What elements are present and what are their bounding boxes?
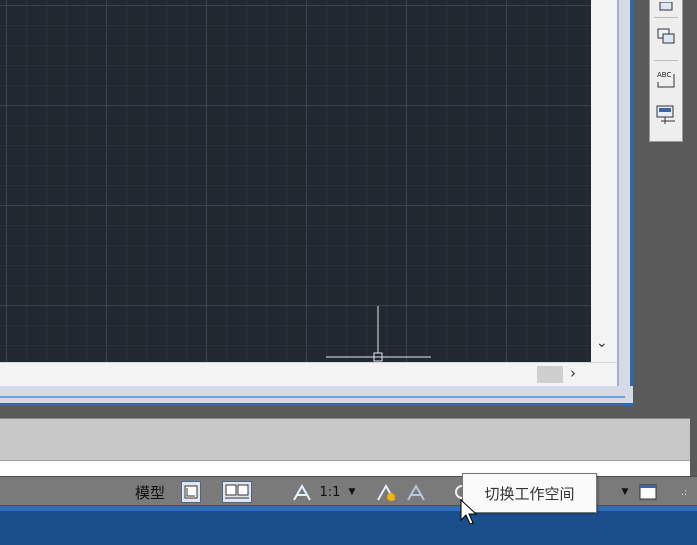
window-icon — [659, 2, 673, 11]
table-icon — [656, 105, 675, 124]
crosshair-cursor-icon — [326, 306, 431, 362]
svg-text:ABC: ABC — [657, 71, 671, 79]
clean-screen-icon — [639, 484, 657, 500]
viewport-frame-inner-edge — [0, 388, 625, 398]
workspace-background-strip — [0, 406, 697, 418]
clean-screen-button[interactable] — [636, 481, 660, 503]
annotation-visibility-button[interactable] — [374, 481, 398, 503]
toolbar-button-copy[interactable] — [654, 24, 678, 48]
scale-dropdown-icon[interactable]: ▼ — [346, 481, 358, 503]
scroll-down-icon[interactable]: ⌄ — [596, 335, 608, 351]
layout-icon — [225, 484, 249, 499]
statusbar-menu-icon[interactable]: ▼ — [620, 481, 630, 503]
annotation-scale-icon — [293, 483, 311, 501]
toolbar-button-text[interactable]: ABC — [654, 67, 678, 91]
toolbar-button-table[interactable] — [654, 102, 678, 126]
auto-scale-icon — [407, 483, 425, 501]
layouts-button[interactable] — [222, 481, 252, 503]
toolbar-button-top[interactable] — [654, 0, 678, 14]
vertical-toolbar: ABC — [649, 0, 683, 142]
scroll-right-icon[interactable]: › — [570, 364, 576, 382]
drawing-canvas[interactable] — [0, 0, 591, 362]
toolbar-separator — [654, 17, 678, 18]
horizontal-scrollbar[interactable]: › — [0, 362, 617, 387]
resize-grip-icon[interactable]: .: — [676, 481, 692, 503]
command-history-area — [0, 418, 690, 461]
vertical-scrollbar[interactable]: ⌄ — [591, 0, 617, 362]
toolbar-separator — [654, 60, 678, 61]
tooltip: 切换工作空间 — [462, 473, 597, 513]
annotation-scale-value[interactable]: 1:1 — [315, 481, 345, 503]
annotation-scale-button[interactable] — [290, 481, 314, 503]
model-space-button[interactable]: 模型 — [135, 481, 165, 503]
abc-text-field-icon: ABC — [657, 71, 675, 88]
viewport-frame-right — [617, 0, 633, 406]
paper-space-button[interactable] — [181, 481, 201, 503]
paper-space-icon — [184, 485, 198, 499]
auto-scale-button[interactable] — [404, 481, 428, 503]
mouse-pointer-icon — [460, 498, 478, 525]
copy-window-icon — [657, 28, 675, 44]
annotation-visibility-icon — [377, 483, 395, 501]
scrollbar-thumb[interactable] — [537, 366, 563, 383]
